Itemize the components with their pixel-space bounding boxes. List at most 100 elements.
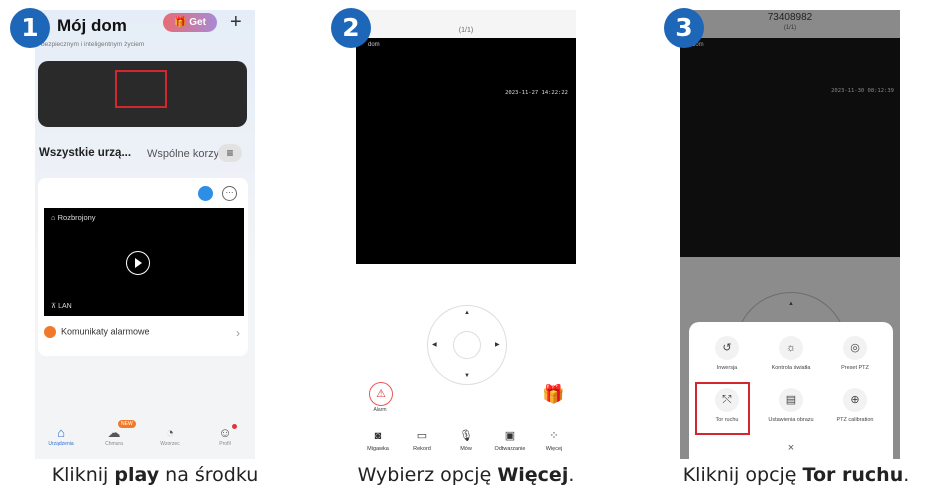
nav-pattern[interactable]: ◔ Wzorzec [150, 425, 190, 447]
calibration-icon: ⊕ [843, 388, 867, 412]
ptz-joystick[interactable]: ▲ ▼ ◀ ▶ [427, 305, 507, 385]
microphone-icon: 🎙 [459, 430, 473, 442]
connection-text: LAN [58, 303, 72, 310]
video-preview[interactable]: ⌂ Rozbrojony ⊼ LAN [44, 208, 244, 316]
armed-status: ⌂ Rozbrojony [51, 213, 96, 222]
arrow-down-icon[interactable]: ▼ [464, 373, 470, 379]
playback-icon: ▣ [504, 430, 516, 442]
home-icon: ⌂ [57, 425, 65, 440]
caption-step-1: Kliknij play na środku [0, 464, 310, 486]
live-video[interactable]: dom 2023-11-27 14:22:22 [356, 38, 576, 264]
nav-devices-label: Urządzenia [48, 441, 74, 447]
snapshot-button[interactable]: ◙ Migawka [356, 428, 400, 452]
option-light-control[interactable]: ☼ Kontrola światła [759, 336, 823, 371]
get-button[interactable]: 🎁 Get [163, 13, 217, 32]
alarm-messages-row[interactable]: Komunikaty alarmowe [44, 326, 150, 338]
option-inversion[interactable]: ↺ Inwersja [695, 336, 759, 371]
page-title: Mój dom [57, 16, 127, 35]
playback-button[interactable]: ▣ Odtwarzanie [488, 428, 532, 452]
video-title: dom [368, 42, 380, 48]
talk-button[interactable]: 🎙 Mów [444, 428, 488, 452]
option-ptz-calibration[interactable]: ⊕ PTZ calibration [823, 388, 887, 423]
nav-profile-label: Profil [219, 441, 231, 447]
menu-icon[interactable]: ≡ [218, 144, 242, 162]
option-image-label: Ustawienia obrazu [768, 417, 814, 423]
chevron-right-icon: › [236, 326, 240, 340]
nav-pattern-label: Wzorzec [160, 441, 180, 447]
more-icon: ⁘ [549, 430, 559, 442]
play-icon[interactable] [126, 251, 150, 275]
joystick-center[interactable] [453, 331, 481, 359]
caption-step-3: Kliknij opcję Tor ruchu. [641, 464, 931, 486]
tab-shared[interactable]: Wspólne korzy [147, 148, 219, 160]
new-tag: NEW [118, 420, 136, 428]
highlight-motion-track [695, 382, 750, 435]
caption-1-pre: Kliknij [51, 464, 115, 486]
alarm-label: Alarm [373, 407, 387, 413]
option-light-label: Kontrola światła [771, 365, 811, 371]
nav-cloud[interactable]: ☁ NEW Chmura [94, 420, 136, 447]
light-icon: ☼ [779, 336, 803, 360]
option-preset-ptz[interactable]: ◎ Preset PTZ [823, 336, 887, 371]
bell-icon [44, 326, 56, 338]
arrow-up-icon[interactable]: ▲ [464, 310, 470, 316]
arrow-right-icon[interactable]: ▶ [495, 341, 500, 348]
option-image-settings[interactable]: ▤ Ustawienia obrazu [759, 388, 823, 423]
caption-3-post: . [903, 464, 910, 486]
cloud-status-icon [198, 186, 213, 201]
camera-icon: ◙ [374, 430, 382, 442]
gift-icon: 🎁 [174, 17, 190, 28]
option-inversion-label: Inwersja [716, 365, 738, 371]
record-icon: ▭ [416, 430, 428, 442]
step-badge-3: 3 [664, 8, 704, 48]
caption-1-bold: play [114, 464, 160, 486]
caption-2-post: . [568, 464, 575, 486]
notification-dot [232, 424, 237, 429]
record-button[interactable]: ▭ Rekord [400, 428, 444, 452]
preset-icon: ◎ [843, 336, 867, 360]
page-counter: (1/1) [783, 25, 797, 31]
more-icon[interactable]: ··· [222, 186, 237, 201]
video-timestamp: 2023-11-27 14:22:22 [505, 90, 568, 96]
more-button[interactable]: ⁘ Więcej [532, 428, 576, 452]
alarm-messages-label: Komunikaty alarmowe [61, 326, 150, 337]
image-settings-icon: ▤ [779, 388, 803, 412]
video-timestamp: 2023-11-30 08:12:39 [831, 88, 894, 94]
step-badge-1: 1 [10, 8, 50, 48]
highlight-play [115, 70, 167, 108]
nav-profile[interactable]: ☺ Profil [205, 424, 245, 447]
caption-2-bold: Więcej [497, 464, 569, 486]
talk-label: Mów [460, 446, 472, 452]
caption-2-pre: Wybierz opcję [357, 464, 498, 486]
record-label: Rekord [413, 446, 431, 452]
caption-3-pre: Kliknij opcję [682, 464, 803, 486]
get-label: Get [189, 17, 206, 28]
nav-cloud-label: Chmura [105, 441, 123, 447]
plus-icon[interactable]: + [230, 11, 242, 34]
armed-status-text: Rozbrojony [57, 213, 96, 222]
nav-devices[interactable]: ⌂ Urządzenia [41, 425, 81, 447]
caption-1-post: na środku [159, 464, 259, 486]
tab-all-devices[interactable]: Wszystkie urzą... [39, 147, 131, 159]
arrow-left-icon[interactable]: ◀ [432, 341, 437, 348]
live-video[interactable]: dom 2023-11-30 08:12:39 [680, 38, 900, 257]
rotate-icon: ↺ [715, 336, 739, 360]
gift-icon[interactable]: 🎁 [542, 384, 564, 405]
top-bar: 73408982 (1/1) [680, 10, 900, 38]
compass-icon: ◔ [166, 425, 174, 440]
arrow-up-icon: ▲ [788, 301, 794, 307]
caption-step-2: Wybierz opcję Więcej. [311, 464, 621, 486]
snapshot-label: Migawka [367, 446, 389, 452]
alarm-icon[interactable]: ⚠ [369, 382, 393, 406]
more-label: Więcej [545, 446, 563, 452]
page-counter: (1/1) [458, 27, 474, 34]
profile-icon: ☺ [218, 425, 232, 440]
control-area: ▲ ▼ ◀ ▶ ⚠ Alarm 🎁 ◙ Migawka ▭ Rekord 🎙 Mów … [356, 264, 576, 459]
close-icon[interactable]: × [689, 442, 893, 454]
page-subtitle: bezpiecznym i inteligentnym życiem [41, 41, 145, 48]
caption-3-bold: Tor ruchu [802, 464, 904, 486]
connection-status: ⊼ LAN [51, 302, 72, 310]
playback-label: Odtwarzanie [494, 446, 526, 452]
device-id: 73408982 [767, 12, 813, 23]
device-card[interactable]: ··· ⌂ Rozbrojony ⊼ LAN Komunikaty alarmo… [38, 178, 248, 356]
